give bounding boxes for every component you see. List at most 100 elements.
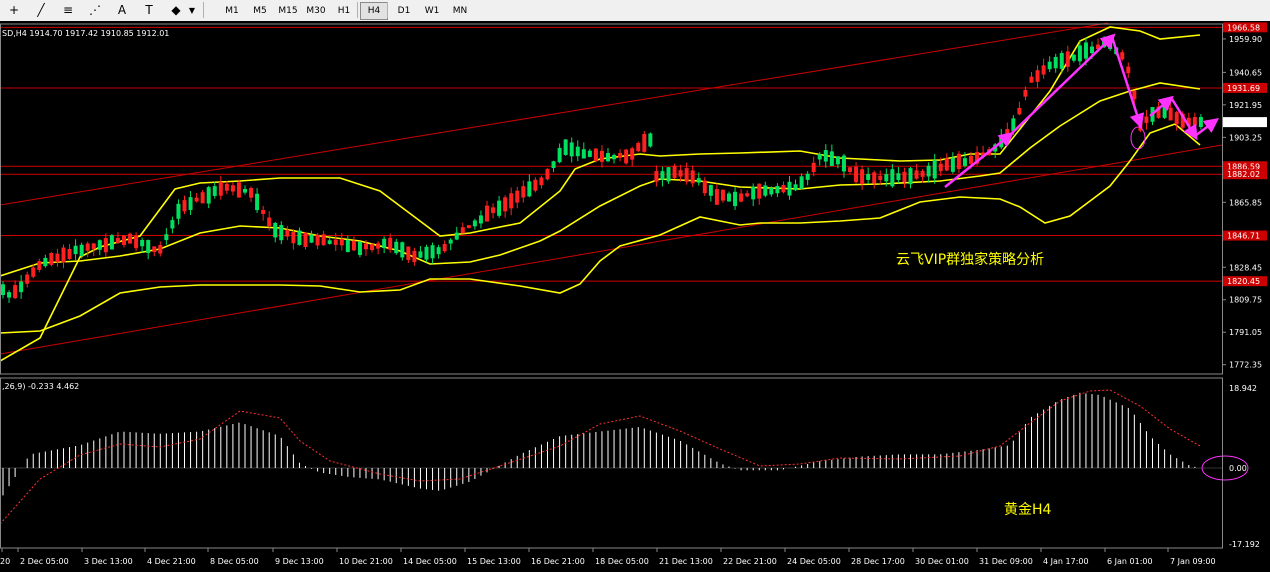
candle-body[interactable] [491, 207, 496, 214]
candle-body[interactable] [188, 197, 193, 210]
candle-body[interactable] [1144, 116, 1149, 123]
candle-body[interactable] [896, 173, 901, 180]
candle-body[interactable] [515, 190, 520, 203]
candle-body[interactable] [73, 245, 78, 255]
candle-body[interactable] [418, 251, 423, 258]
candle-body[interactable] [739, 193, 744, 202]
candle-body[interactable] [630, 148, 635, 160]
candle-body[interactable] [1023, 89, 1028, 97]
candle-body[interactable] [1053, 56, 1058, 69]
candle-body[interactable] [315, 234, 320, 246]
candle-body[interactable] [533, 179, 538, 191]
candle-body[interactable] [424, 246, 429, 260]
candle-body[interactable] [642, 133, 647, 152]
candle-body[interactable] [85, 243, 90, 251]
candle-body[interactable] [793, 184, 798, 191]
candle-body[interactable] [787, 181, 792, 196]
candle-body[interactable] [593, 148, 598, 162]
candle-body[interactable] [472, 220, 477, 227]
candle-body[interactable] [7, 292, 12, 298]
candle-body[interactable] [727, 193, 731, 202]
candle-body[interactable] [19, 281, 24, 293]
candle-body[interactable] [460, 227, 465, 234]
candle-body[interactable] [848, 167, 852, 172]
candle-body[interactable] [122, 235, 126, 246]
candle-body[interactable] [170, 220, 175, 229]
candle-body[interactable] [158, 245, 163, 254]
candle-body[interactable] [236, 182, 241, 198]
candle-body[interactable] [733, 191, 738, 207]
candle-body[interactable] [866, 174, 871, 180]
candle-body[interactable] [200, 192, 205, 204]
candle-body[interactable] [835, 156, 840, 165]
candle-body[interactable] [1065, 51, 1070, 67]
candle-body[interactable] [249, 188, 254, 198]
candle-body[interactable] [926, 165, 931, 177]
candle-body[interactable] [678, 170, 683, 177]
timeframe-d1-button[interactable]: D1 [390, 2, 418, 20]
candle-body[interactable] [194, 197, 199, 202]
candle-body[interactable] [333, 239, 338, 245]
candle-body[interactable] [37, 261, 42, 270]
candle-body[interactable] [255, 193, 260, 211]
candle-body[interactable] [243, 188, 247, 193]
candle-body[interactable] [297, 230, 302, 246]
candle-body[interactable] [521, 186, 526, 198]
candle-body[interactable] [624, 149, 629, 164]
candle-body[interactable] [860, 169, 865, 185]
candle-body[interactable] [267, 217, 272, 227]
candle-body[interactable] [648, 133, 653, 147]
candle-body[interactable] [43, 257, 48, 267]
candle-body[interactable] [394, 241, 399, 254]
timeframe-m1-button[interactable]: M1 [218, 2, 246, 20]
text-icon[interactable]: A [112, 2, 132, 18]
candle-body[interactable] [91, 243, 96, 250]
timeframe-m5-button[interactable]: M5 [246, 2, 274, 20]
candle-body[interactable] [212, 186, 217, 196]
price-chart[interactable]: 1959.901940.651921.951903.251884.551865.… [0, 21, 1270, 572]
candle-body[interactable] [690, 170, 695, 184]
candle-body[interactable] [751, 186, 756, 200]
candle-body[interactable] [575, 146, 580, 157]
candle-body[interactable] [1090, 46, 1094, 54]
candle-body[interactable] [805, 173, 810, 180]
candle-body[interactable] [581, 149, 586, 159]
candle-body[interactable] [436, 247, 441, 255]
candle-body[interactable] [13, 285, 18, 299]
candle-body[interactable] [279, 224, 284, 241]
candle-body[interactable] [67, 248, 72, 259]
candle-body[interactable] [872, 172, 877, 184]
candle-body[interactable] [128, 233, 133, 244]
candle-body[interactable] [1077, 45, 1082, 62]
candle-body[interactable] [497, 200, 502, 216]
candle-body[interactable] [454, 232, 459, 240]
chevron-down-icon[interactable]: ▼ [187, 2, 197, 18]
candle-body[interactable] [1035, 70, 1040, 82]
candle-body[interactable] [321, 234, 326, 246]
candle-body[interactable] [206, 187, 211, 204]
candle-body[interactable] [503, 197, 508, 212]
shapes-icon[interactable]: ◆ [166, 2, 186, 18]
timeframe-m15-button[interactable]: M15 [274, 2, 302, 20]
candle-body[interactable] [79, 244, 84, 256]
candle-body[interactable] [714, 189, 719, 205]
candle-body[interactable] [969, 155, 973, 164]
candle-body[interactable] [551, 161, 556, 169]
candle-body[interactable] [720, 189, 725, 201]
candle-body[interactable] [1132, 90, 1137, 100]
candle-body[interactable] [769, 187, 774, 195]
candle-body[interactable] [702, 180, 707, 194]
fibonacci-fan-icon[interactable]: ⋰ [85, 2, 105, 18]
candle-body[interactable] [636, 142, 641, 152]
candle-body[interactable] [1059, 53, 1064, 69]
candle-body[interactable] [654, 171, 659, 182]
candle-body[interactable] [146, 240, 151, 254]
timeframe-h4-button[interactable]: H4 [360, 2, 388, 20]
candle-body[interactable] [956, 153, 961, 170]
candle-body[interactable] [442, 243, 447, 252]
candle-body[interactable] [182, 200, 187, 212]
candle-body[interactable] [684, 168, 689, 182]
candle-body[interactable] [134, 235, 139, 249]
candle-body[interactable] [351, 240, 356, 251]
candle-body[interactable] [599, 150, 604, 162]
